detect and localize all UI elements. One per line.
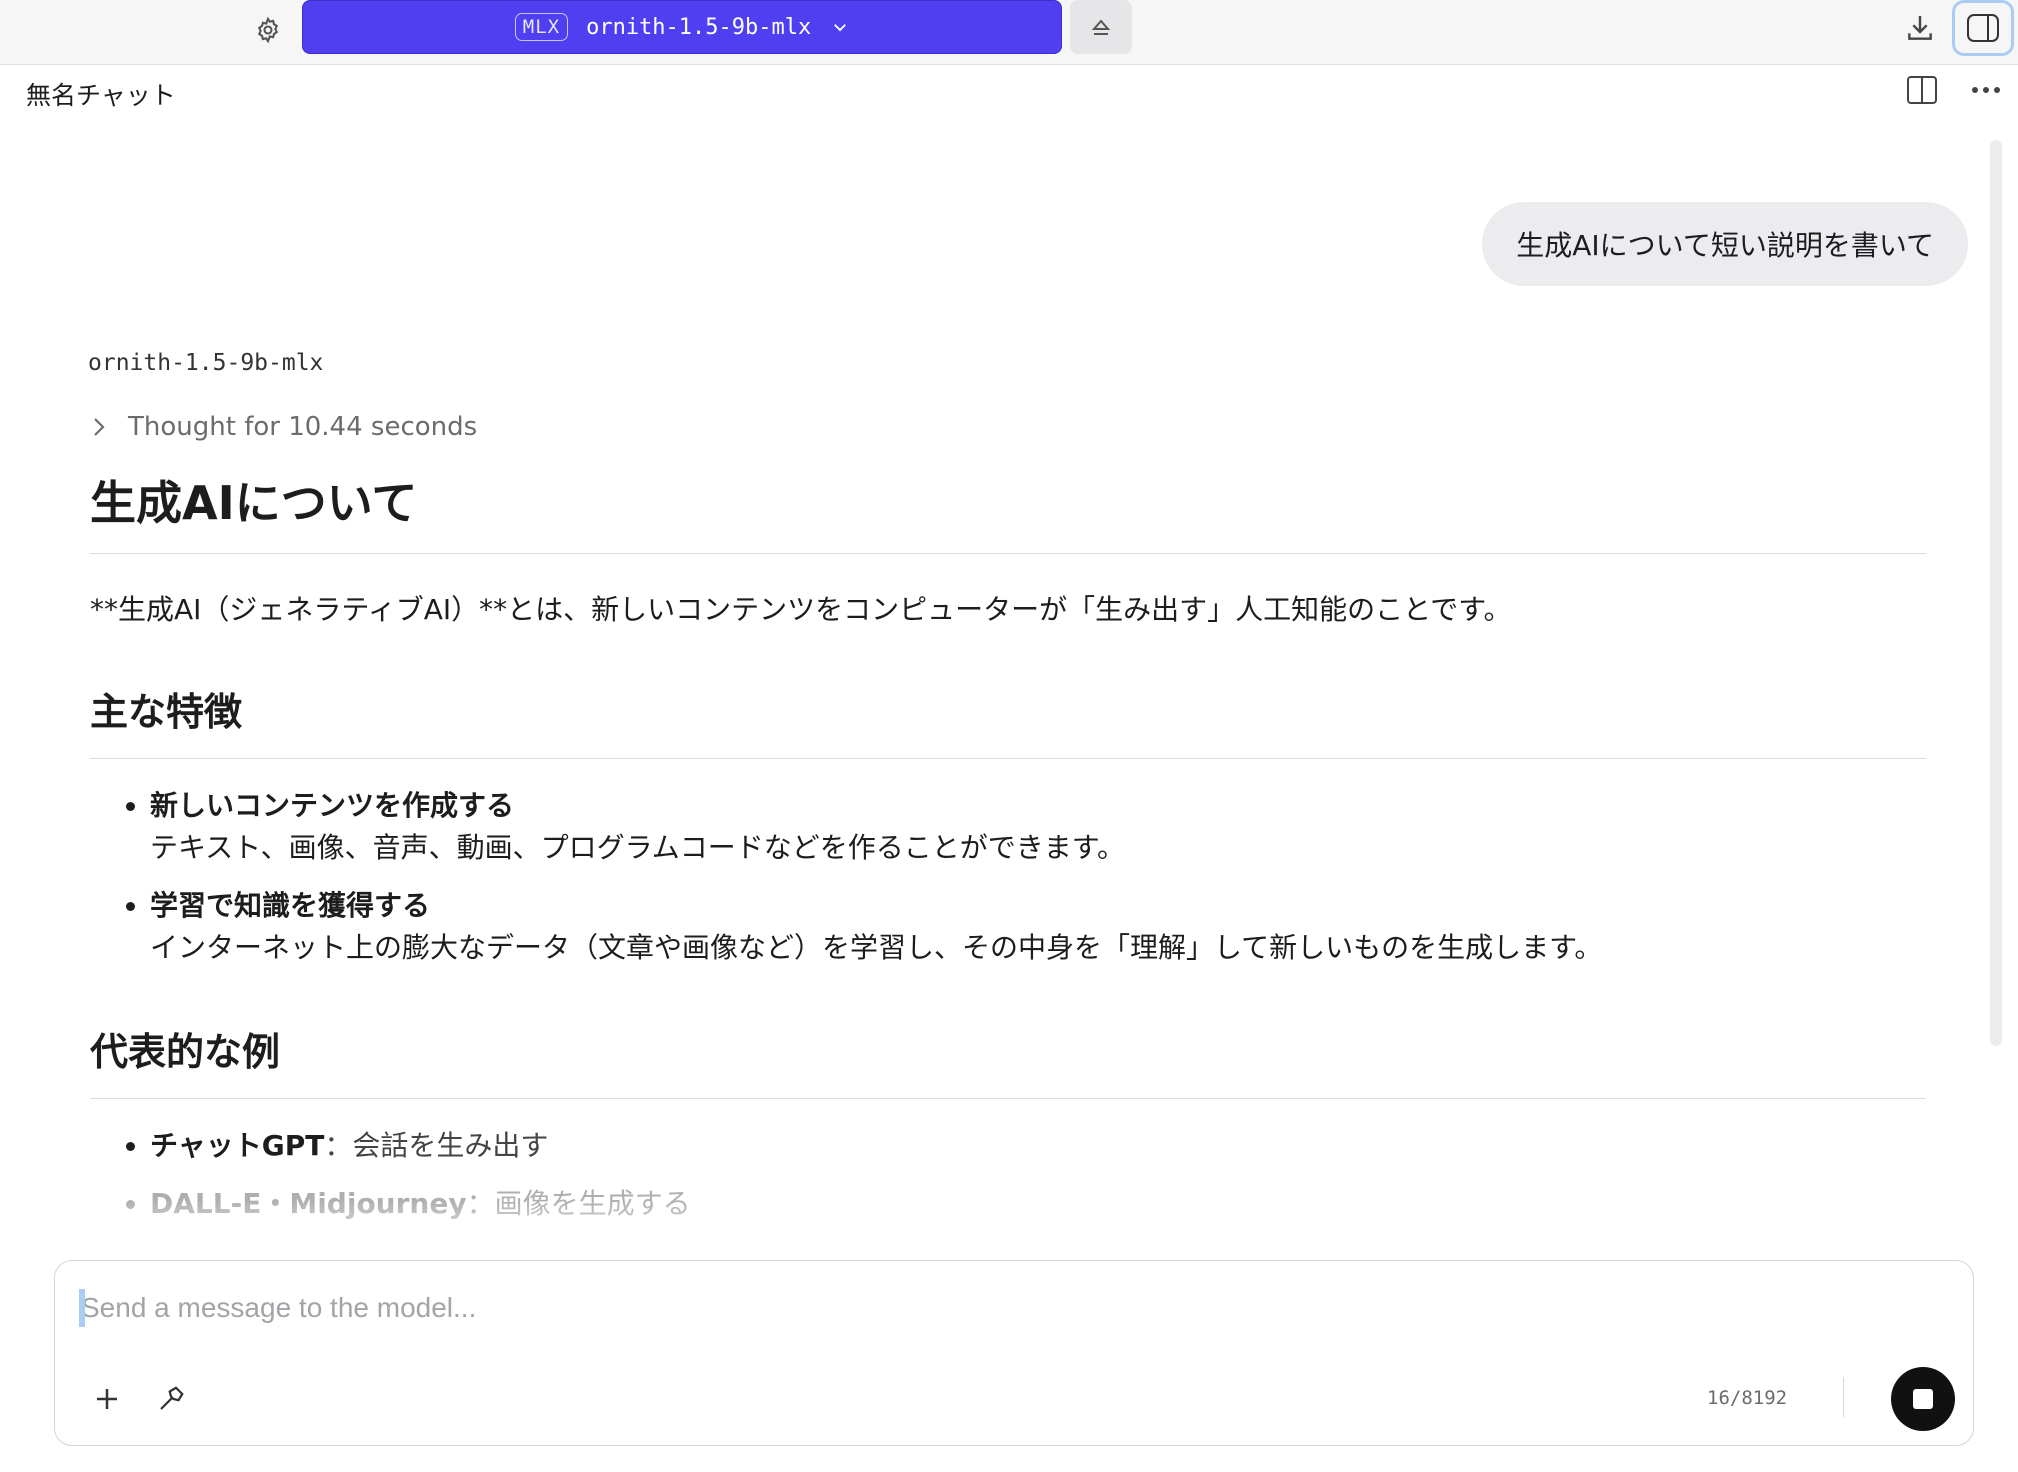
features-list: 新しいコンテンツを作成する テキスト、画像、音声、動画、プログラムコードなどを作… <box>90 785 1926 969</box>
list-item-desc: ：会話を生み出す <box>324 1129 549 1163</box>
list-item: 学習で知識を獲得する インターネット上の膨大なデータ（文章や画像など）を学習し、… <box>150 885 1926 969</box>
token-counter: 16/8192 <box>1707 1387 1788 1409</box>
eject-icon <box>1091 19 1111 35</box>
split-view-icon[interactable] <box>1904 72 1940 108</box>
list-item-title: チャットGPT <box>150 1129 325 1163</box>
sidebar-toggle-button[interactable] <box>1952 0 2014 56</box>
stop-generation-button[interactable] <box>1891 1367 1955 1431</box>
chevron-right-icon <box>92 416 106 438</box>
message-input[interactable] <box>79 1283 1943 1333</box>
eject-model-button[interactable] <box>1070 0 1132 54</box>
mlx-badge: MLX <box>514 13 569 41</box>
list-item-desc: インターネット上の膨大なデータ（文章や画像など）を学習し、その中身を「理解」して… <box>150 931 1603 965</box>
response-intro: **生成AI（ジェネラティブAI）**とは、新しいコンテンツをコンピューターが「… <box>90 593 1512 627</box>
add-attachment-icon[interactable] <box>85 1377 129 1421</box>
examples-heading: 代表的な例 <box>90 1021 1926 1100</box>
scrollbar[interactable] <box>1990 140 2002 1046</box>
user-message: 生成AIについて短い説明を書いて <box>1482 202 1968 286</box>
model-selector-button[interactable]: MLX ornith-1.5-9b-mlx <box>302 0 1062 54</box>
features-heading: 主な特徴 <box>90 681 1926 760</box>
scroll-fade <box>0 1200 1960 1260</box>
list-item: 新しいコンテンツを作成する テキスト、画像、音声、動画、プログラムコードなどを作… <box>150 785 1926 869</box>
list-item-title: 新しいコンテンツを作成する <box>150 789 515 823</box>
top-toolbar: MLX ornith-1.5-9b-mlx <box>0 0 2018 65</box>
stop-icon <box>1913 1389 1933 1409</box>
chevron-down-icon <box>831 18 849 36</box>
model-name: ornith-1.5-9b-mlx <box>586 14 812 40</box>
thought-label: Thought for 10.44 seconds <box>128 412 478 442</box>
text-cursor <box>79 1289 85 1327</box>
list-item-desc: テキスト、画像、音声、動画、プログラムコードなどを作ることができます。 <box>150 831 1125 865</box>
chat-title[interactable]: 無名チャット <box>26 76 176 112</box>
thought-toggle[interactable]: Thought for 10.44 seconds <box>92 412 477 442</box>
list-item: チャットGPT：会話を生み出す <box>150 1125 1926 1167</box>
download-icon[interactable] <box>1900 8 1940 48</box>
gear-icon[interactable] <box>250 12 286 48</box>
sidebar-icon <box>1967 14 1999 42</box>
more-options-icon[interactable] <box>1968 72 2004 108</box>
divider <box>1843 1377 1844 1417</box>
assistant-model-label: ornith-1.5-9b-mlx <box>88 350 324 376</box>
response-title: 生成AIについて <box>90 468 1926 555</box>
message-composer: 16/8192 <box>54 1260 1974 1446</box>
list-item-title: 学習で知識を獲得する <box>150 889 431 923</box>
assistant-response: 生成AIについて **生成AI（ジェネラティブAI）**とは、新しいコンテンツを… <box>90 468 1926 1241</box>
tools-hammer-icon[interactable] <box>149 1377 193 1421</box>
